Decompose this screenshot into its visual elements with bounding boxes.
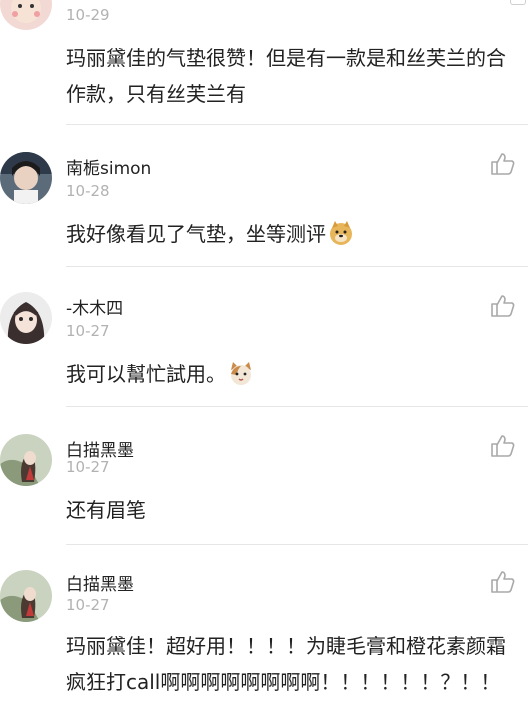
commenter-name[interactable]: -木木四 bbox=[66, 294, 123, 319]
comment-text: 我好像看见了气垫，坐等测评 bbox=[66, 216, 506, 252]
thumbs-up-icon[interactable] bbox=[490, 434, 516, 458]
comment-date: 10-27 bbox=[66, 322, 110, 340]
comment-text: 还有眉笔 bbox=[66, 498, 146, 522]
divider bbox=[66, 266, 528, 267]
doge-emoji-icon bbox=[328, 220, 354, 246]
avatar[interactable] bbox=[0, 434, 52, 486]
avatar[interactable] bbox=[0, 292, 52, 344]
comment-text-content: 我好像看见了气垫，坐等测评 bbox=[66, 222, 326, 246]
commenter-name[interactable]: 白描黑墨 bbox=[66, 570, 134, 595]
thumbs-up-icon[interactable] bbox=[490, 152, 516, 176]
thumbs-up-icon[interactable] bbox=[490, 570, 516, 594]
comment-text: 玛丽黛佳！超好用！！！！为睫毛膏和橙花素颜霜疯狂打call啊啊啊啊啊啊啊啊！！！… bbox=[66, 634, 506, 694]
comment-date: 10-27 bbox=[66, 596, 110, 614]
avatar[interactable] bbox=[0, 570, 52, 622]
avatar[interactable] bbox=[0, 0, 52, 30]
comment-text-content: 我可以幫忙試用。 bbox=[66, 362, 226, 386]
cat-emoji-icon bbox=[228, 360, 254, 386]
avatar[interactable] bbox=[0, 152, 52, 204]
divider bbox=[66, 124, 528, 125]
more-icon[interactable] bbox=[510, 0, 526, 5]
comment-text: 我可以幫忙試用。 bbox=[66, 356, 506, 392]
comment-date: 10-29 bbox=[66, 6, 110, 24]
comment-text: 玛丽黛佳的气垫很赞！但是有一款是和丝芙兰的合作款，只有丝芙兰有 bbox=[66, 46, 506, 106]
commenter-name[interactable]: 南栀simon bbox=[66, 154, 151, 179]
comment-date: 10-27 bbox=[66, 458, 110, 476]
comment-date: 10-28 bbox=[66, 182, 110, 200]
thumbs-up-icon[interactable] bbox=[490, 294, 516, 318]
divider bbox=[66, 544, 528, 545]
divider bbox=[66, 406, 528, 407]
